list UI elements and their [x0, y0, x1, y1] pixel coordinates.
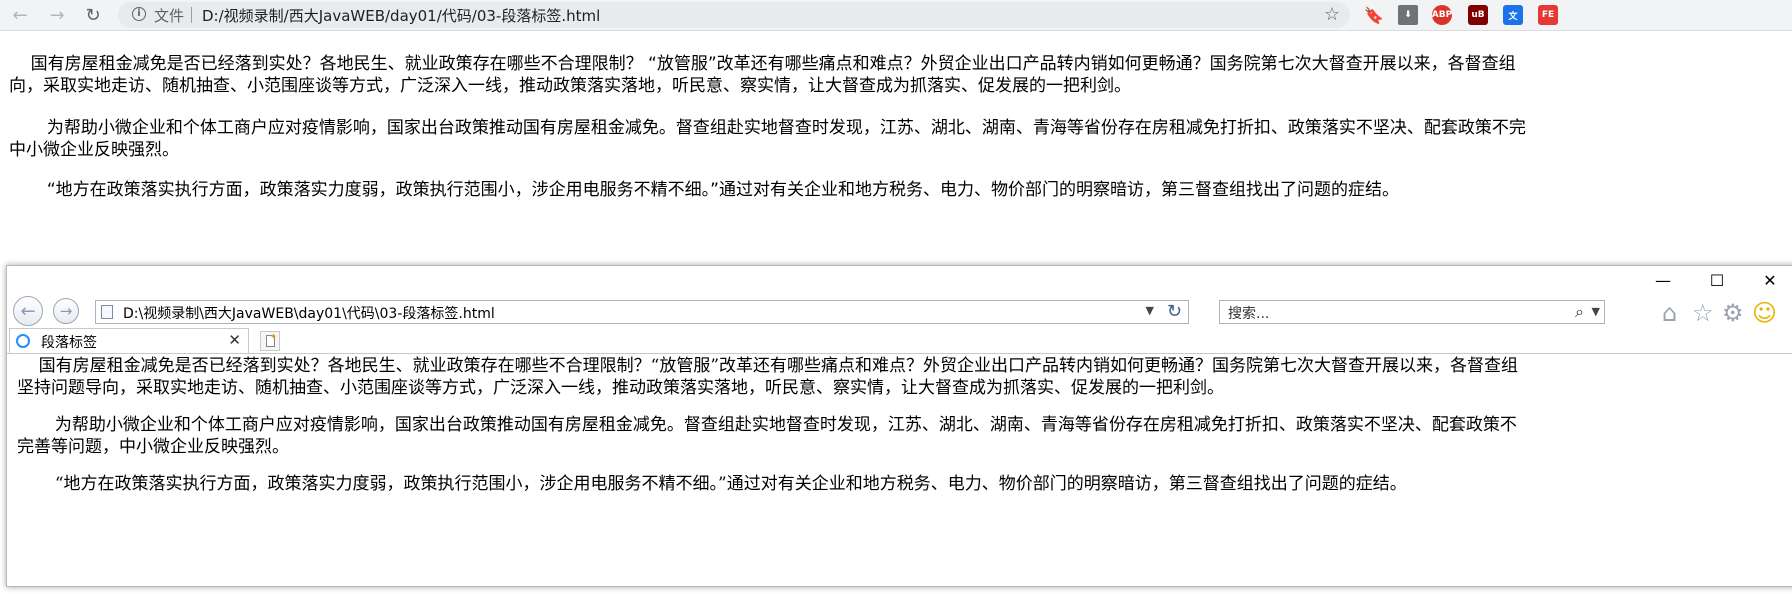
chrome-toolbar: ← → ↻ i 文件 D:/视频录制/西大JavaWEB/day01/代码/03…	[0, 0, 1792, 31]
download-icon[interactable]: ⬇	[1398, 5, 1418, 25]
ie-window: — ☐ ✕ ← → D:\视频录制\西大JavaWEB\day01\代码\03-…	[6, 265, 1792, 587]
minimize-icon[interactable]: —	[1640, 268, 1686, 292]
ie-tab-active[interactable]: 段落标签 ✕	[9, 328, 249, 353]
ie-address-bar[interactable]: D:\视频录制\西大JavaWEB\day01\代码\03-段落标签.html …	[95, 300, 1189, 324]
favorites-star-icon[interactable]: ☆	[1692, 299, 1714, 327]
forward-arrow-icon[interactable]: →	[46, 4, 68, 26]
ie-forward-icon[interactable]: →	[53, 298, 79, 324]
ie-address-url[interactable]: D:\视频录制\西大JavaWEB\day01\代码\03-段落标签.html	[123, 303, 495, 323]
bookmark-star-icon[interactable]: ☆	[1324, 4, 1340, 25]
ie-logo-icon	[16, 334, 30, 348]
translate-icon[interactable]: 文	[1503, 5, 1523, 25]
bookmark-icon[interactable]: 🔖	[1364, 5, 1384, 25]
ie-paragraph-2-line-2: 完善等问题，中小微企业反映强烈。	[17, 437, 289, 457]
paragraph-2-line-2: 中小微企业反映强烈。	[9, 140, 179, 160]
back-arrow-icon[interactable]: ←	[9, 4, 31, 26]
maximize-icon[interactable]: ☐	[1694, 268, 1740, 292]
new-tab-button[interactable]: ✦	[260, 331, 280, 351]
page-icon	[101, 305, 113, 319]
paragraph-1-line-2: 向，采取实地走访、随机抽查、小范围座谈等方式，广泛深入一线，推动政策落实落地，听…	[9, 76, 1131, 96]
ie-search-input[interactable]: 搜索...	[1228, 303, 1269, 323]
address-separator	[191, 7, 192, 23]
ie-paragraph-1-line-1: 国有房屋租金减免是否已经落到实处？各地民生、就业政策存在哪些不合理限制？“放管服…	[17, 356, 1519, 376]
search-icon[interactable]: ⌕	[1575, 302, 1584, 322]
address-dropdown-icon[interactable]: ▼	[1146, 304, 1154, 317]
paragraph-2-line-1: 为帮助小微企业和个体工商户应对疫情影响，国家出台政策推动国有房屋租金减免。督查组…	[9, 118, 1526, 138]
ie-tab-title: 段落标签	[41, 335, 97, 351]
ie-navigation-bar: ← → D:\视频录制\西大JavaWEB\day01\代码\03-段落标签.h…	[7, 294, 1792, 328]
ie-title-bar: — ☐ ✕	[7, 266, 1792, 294]
ie-paragraph-1-line-2: 坚持问题导向，采取实地走访、随机抽查、小范围座谈等方式，广泛深入一线，推动政策落…	[17, 378, 1224, 398]
address-url[interactable]: D:/视频录制/西大JavaWEB/day01/代码/03-段落标签.html	[202, 5, 600, 26]
home-icon[interactable]: ⌂	[1662, 299, 1677, 327]
search-dropdown-icon[interactable]: ▼	[1592, 305, 1600, 318]
chrome-page-content: 国有房屋租金减免是否已经落到实处？各地民生、就业政策存在哪些不合理限制？ “放管…	[0, 31, 1792, 261]
settings-gear-icon[interactable]: ⚙	[1722, 299, 1744, 327]
ie-tab-strip: 段落标签 ✕ ✦	[7, 328, 1792, 354]
ublock-icon[interactable]: uB	[1468, 5, 1488, 25]
ie-refresh-icon[interactable]: ↻	[1167, 301, 1182, 322]
ie-paragraph-2-line-1: 为帮助小微企业和个体工商户应对疫情影响，国家出台政策推动国有房屋租金减免。督查组…	[17, 415, 1517, 435]
paragraph-3: “地方在政策落实执行方面，政策落实力度弱，政策执行范围小，涉企用电服务不精不细。…	[9, 180, 1399, 200]
scheme-label: 文件	[154, 7, 185, 25]
address-bar[interactable]: i 文件 D:/视频录制/西大JavaWEB/day01/代码/03-段落标签.…	[118, 2, 1350, 28]
ie-back-icon[interactable]: ←	[13, 296, 43, 326]
info-icon[interactable]: i	[132, 7, 146, 21]
adblock-icon[interactable]: ABP	[1432, 5, 1452, 25]
new-tab-star-icon: ✦	[270, 332, 277, 341]
reload-icon[interactable]: ↻	[82, 4, 104, 26]
tab-close-icon[interactable]: ✕	[228, 331, 241, 349]
close-icon[interactable]: ✕	[1747, 268, 1792, 292]
ie-paragraph-3: “地方在政策落实执行方面，政策落实力度弱，政策执行范围小，涉企用电服务不精不细。…	[17, 474, 1407, 494]
ie-page-content: 国有房屋租金减免是否已经落到实处？各地民生、就业政策存在哪些不合理限制？“放管服…	[7, 354, 1792, 594]
smiley-feedback-icon[interactable]: ☺	[1752, 299, 1777, 327]
paragraph-1-line-1: 国有房屋租金减免是否已经落到实处？各地民生、就业政策存在哪些不合理限制？ “放管…	[9, 54, 1516, 74]
ie-search-box[interactable]: 搜索... ⌕ ▼	[1219, 300, 1605, 324]
fe-helper-icon[interactable]: FE	[1538, 5, 1558, 25]
